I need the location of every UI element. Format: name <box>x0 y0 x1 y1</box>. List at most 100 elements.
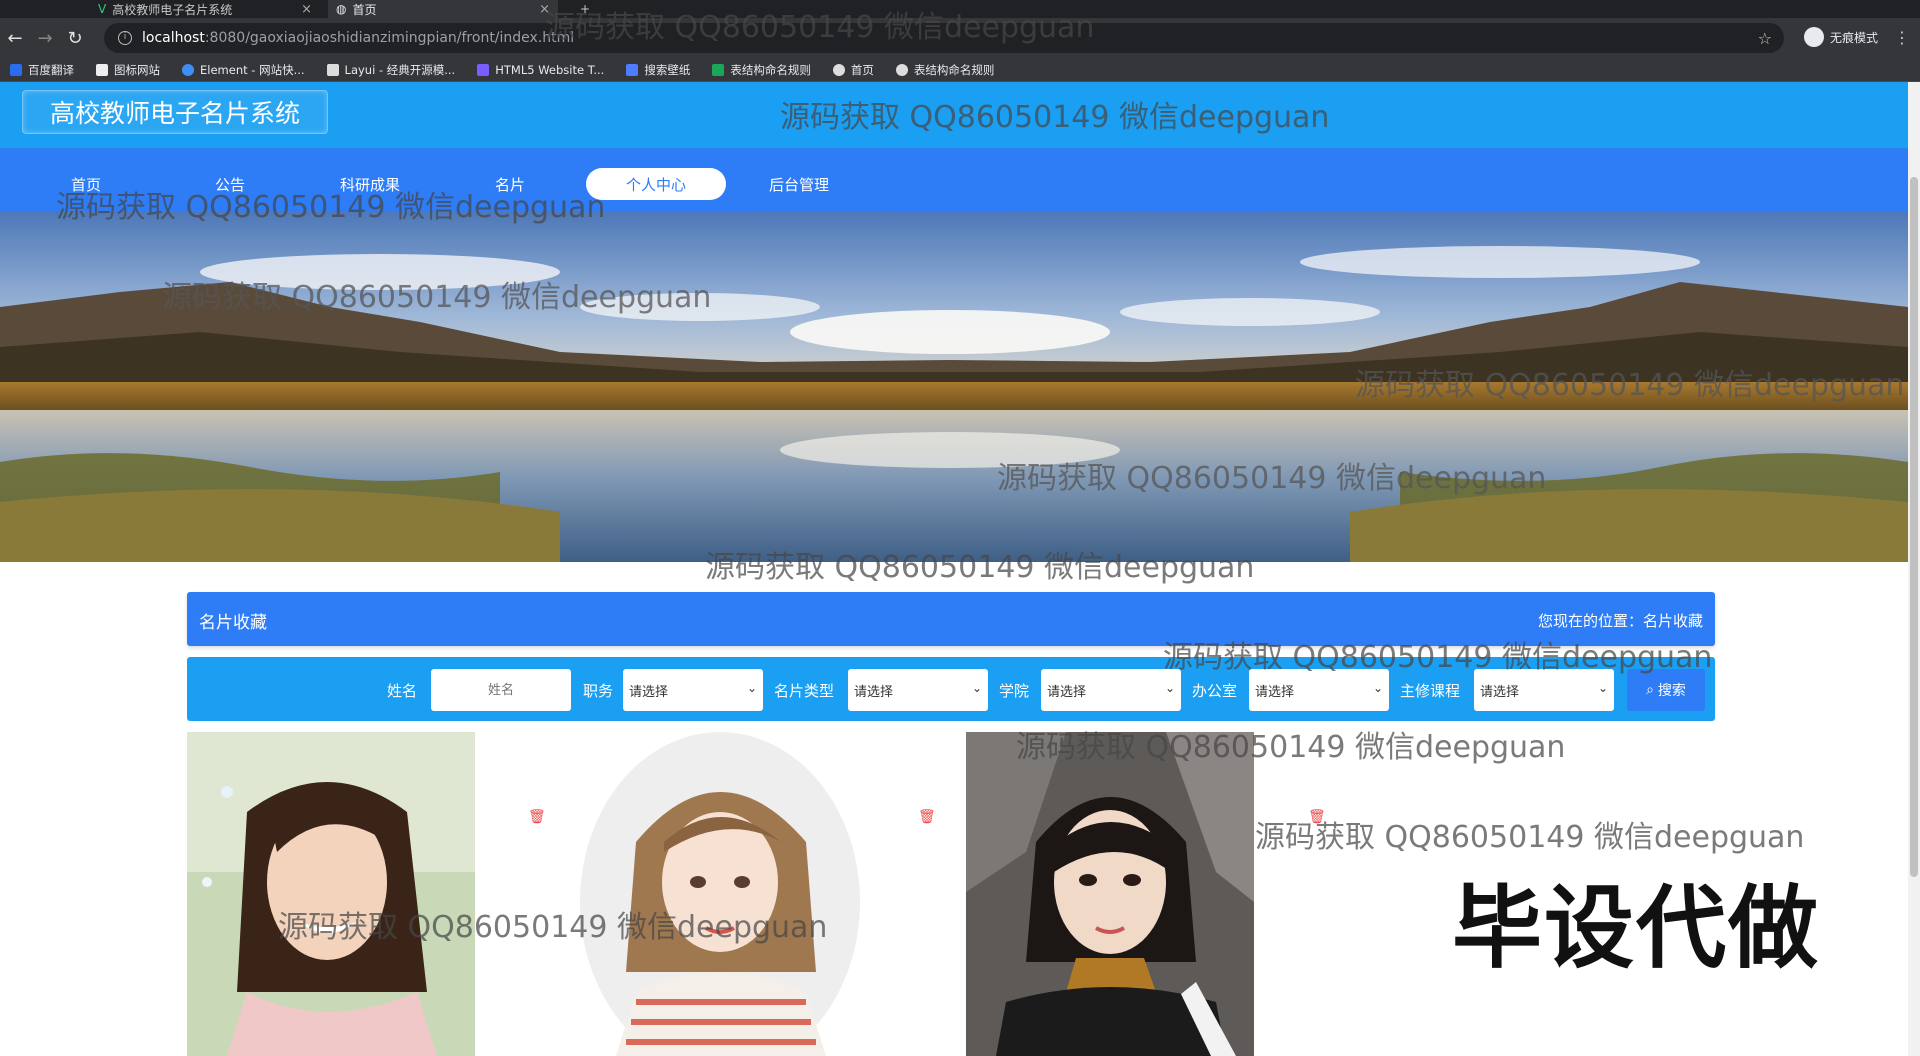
select-value: 请选择 <box>629 684 669 700</box>
back-icon[interactable]: ← <box>0 28 30 49</box>
bookmark-label: 图标网站 <box>114 62 160 77</box>
page-title: 名片收藏 <box>199 613 267 633</box>
breadcrumb-bar: 名片收藏 您现在的位置：名片收藏 <box>187 592 1715 646</box>
chevron-down-icon: ⌄ <box>1164 681 1175 695</box>
bookmark-item[interactable]: HTML5 Website T... <box>477 63 604 77</box>
select-value: 请选择 <box>854 684 894 700</box>
search-button-label: 搜索 <box>1657 683 1686 699</box>
card-type-label: 名片类型 <box>774 682 835 700</box>
bookmark-item[interactable]: 表结构命名规则 <box>712 62 811 78</box>
wallpaper-icon <box>626 63 639 76</box>
search-icon: ⌕ <box>1646 682 1654 698</box>
site-title[interactable]: 高校教师电子名片系统 <box>22 90 328 134</box>
college-label: 学院 <box>999 682 1030 700</box>
globe-icon <box>832 63 845 76</box>
bookmark-label: HTML5 Website T... <box>495 62 605 77</box>
profile-button[interactable]: 无痕模式 <box>1803 27 1878 47</box>
nav-research[interactable]: 科研成果 <box>300 168 440 200</box>
scrollbar-thumb[interactable] <box>1910 177 1918 877</box>
incognito-icon <box>1803 27 1824 47</box>
select-value: 请选择 <box>1255 684 1295 700</box>
position-select[interactable]: 请选择 ⌄ <box>623 669 763 711</box>
forward-icon[interactable]: → <box>30 28 60 49</box>
select-value: 请选择 <box>1480 684 1520 700</box>
reload-icon[interactable]: ↻ <box>60 28 90 49</box>
html5-icon <box>477 63 490 76</box>
vue-icon: V <box>98 2 107 16</box>
nav-home[interactable]: 首页 <box>16 168 156 200</box>
close-icon[interactable]: × <box>539 2 550 17</box>
card-photo <box>187 732 475 1056</box>
browser-tabstrip: V 高校教师电子名片系统 × ◍ 首页 × + <box>0 0 1920 18</box>
bookmark-item[interactable]: Layui - 经典开源模... <box>326 62 455 78</box>
card-item[interactable] <box>966 732 1254 1056</box>
chevron-down-icon: ⌄ <box>1372 681 1383 695</box>
nav-admin[interactable]: 后台管理 <box>729 168 869 200</box>
search-button[interactable]: ⌕ 搜索 <box>1627 669 1705 711</box>
info-icon[interactable]: i <box>118 31 132 45</box>
bookmark-item[interactable]: 首页 <box>832 62 874 78</box>
bookmark-label: 表结构命名规则 <box>913 62 995 77</box>
bookmark-label: 表结构命名规则 <box>730 62 811 77</box>
name-input[interactable] <box>431 669 571 711</box>
breadcrumb: 您现在的位置：名片收藏 <box>1538 610 1703 631</box>
bookmark-label: Element - 网站快... <box>200 62 305 77</box>
main-nav: 首页 公告 科研成果 名片 个人中心 后台管理 <box>0 148 1908 212</box>
chevron-down-icon: ⌄ <box>746 681 757 695</box>
globe-icon <box>895 63 908 76</box>
card-photo <box>576 732 864 1056</box>
flag-icon <box>96 63 108 76</box>
more-menu-icon[interactable]: ⋮ <box>1894 28 1910 47</box>
office-label: 办公室 <box>1192 682 1238 700</box>
url-path: :8080/gaoxiaojiaoshidianzimingpian/front… <box>204 30 575 46</box>
filter-bar: 姓名 职务 请选择 ⌄ 名片类型 请选择 ⌄ 学院 请选择 ⌄ 办公室 请选择 ⌄ 主修… <box>187 657 1715 721</box>
bookmarks-bar: 百度翻译 图标网站 Element - 网站快... Layui - 经典开源模… <box>0 58 1920 82</box>
browser-tab-title: 首页 <box>352 2 377 17</box>
position-label: 职务 <box>583 682 614 700</box>
translate-icon <box>10 63 22 76</box>
delete-icon[interactable]: 🗑 <box>1308 809 1326 827</box>
bookmark-item[interactable]: 百度翻译 <box>10 62 74 78</box>
chevron-down-icon: ⌄ <box>1597 681 1608 695</box>
breadcrumb-current[interactable]: 名片收藏 <box>1643 612 1703 630</box>
browser-tab-active[interactable]: ◍ 首页 × <box>328 0 558 18</box>
nav-personal-center[interactable]: 个人中心 <box>586 168 726 200</box>
banner-carousel[interactable] <box>0 212 1908 562</box>
page-scrollbar[interactable] <box>1908 82 1920 1056</box>
breadcrumb-prefix: 您现在的位置： <box>1537 612 1643 630</box>
nav-cards[interactable]: 名片 <box>440 168 580 200</box>
browser-toolbar: ← → ↻ i localhost:8080/gaoxiaojiaoshidia… <box>0 18 1920 58</box>
bookmark-label: 首页 <box>850 62 874 77</box>
close-icon[interactable]: × <box>301 2 312 17</box>
name-label: 姓名 <box>387 682 418 700</box>
card-item[interactable] <box>187 732 475 1056</box>
bookmark-item[interactable]: 表结构命名规则 <box>895 62 995 78</box>
card-item[interactable] <box>576 732 864 1056</box>
promo-stamp: 毕设代做 <box>1452 876 1820 981</box>
bookmark-item[interactable]: 搜索壁纸 <box>626 62 690 78</box>
banner-image <box>0 212 1908 562</box>
element-icon <box>182 63 194 76</box>
delete-icon[interactable]: 🗑 <box>528 809 546 827</box>
college-select[interactable]: 请选择 ⌄ <box>1041 669 1181 711</box>
star-icon[interactable]: ☆ <box>1758 29 1772 48</box>
address-bar[interactable]: i localhost:8080/gaoxiaojiaoshidianzimin… <box>104 23 1784 53</box>
course-label: 主修课程 <box>1400 682 1461 700</box>
browser-tab-title: 高校教师电子名片系统 <box>112 2 233 17</box>
nav-notice[interactable]: 公告 <box>160 168 300 200</box>
bookmark-label: 百度翻译 <box>28 62 74 77</box>
bookmark-label: 搜索壁纸 <box>644 62 691 77</box>
layui-icon <box>326 63 339 76</box>
course-select[interactable]: 请选择 ⌄ <box>1474 669 1614 711</box>
card-type-select[interactable]: 请选择 ⌄ <box>848 669 988 711</box>
url-host: localhost <box>142 30 205 46</box>
browser-tab-inactive[interactable]: V 高校教师电子名片系统 × <box>90 0 320 18</box>
site-header: 高校教师电子名片系统 <box>0 82 1908 148</box>
delete-icon[interactable]: 🗑 <box>918 809 936 827</box>
office-select[interactable]: 请选择 ⌄ <box>1249 669 1389 711</box>
bookmark-item[interactable]: 图标网站 <box>96 62 160 78</box>
select-value: 请选择 <box>1047 684 1087 700</box>
profile-label: 无痕模式 <box>1829 30 1878 45</box>
new-tab-button[interactable]: + <box>572 0 592 18</box>
bookmark-item[interactable]: Element - 网站快... <box>182 62 305 78</box>
